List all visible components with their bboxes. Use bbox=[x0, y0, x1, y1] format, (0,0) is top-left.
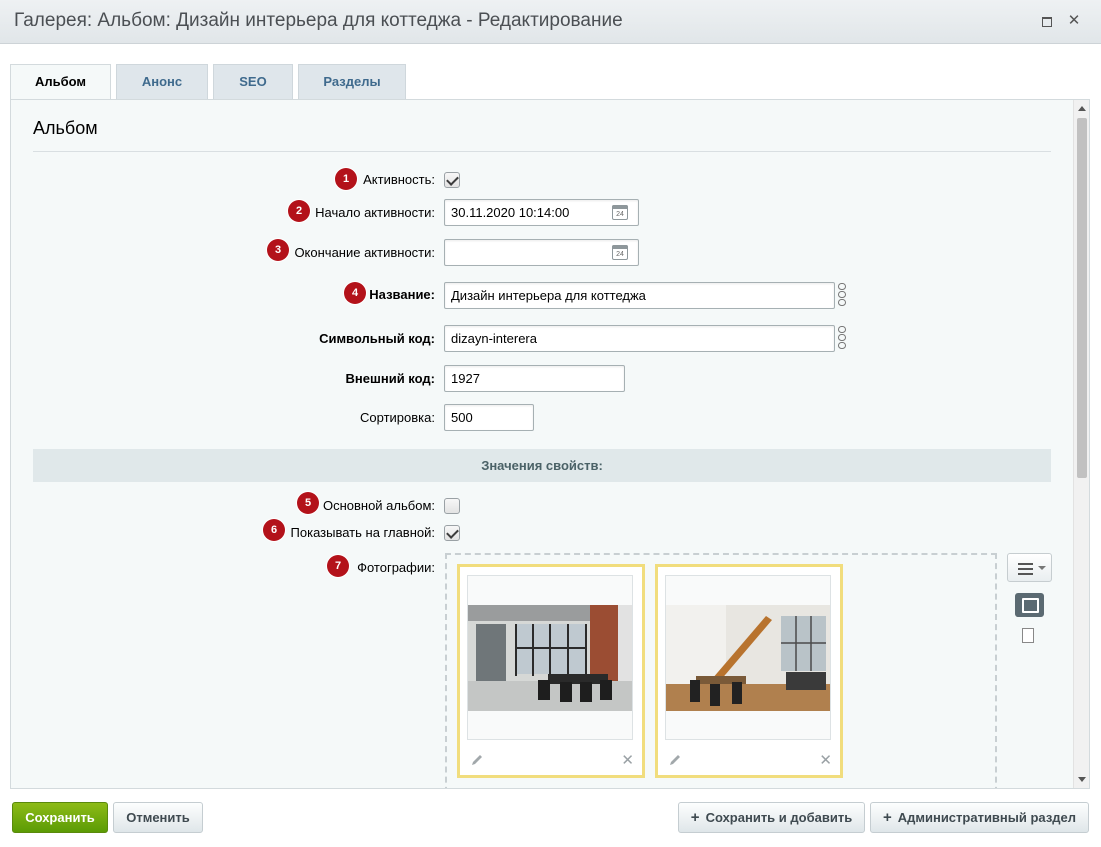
marker-badge: 5 bbox=[297, 492, 319, 514]
tab-album[interactable]: Альбом bbox=[10, 64, 111, 101]
admin-section-button[interactable]: + Административный раздел bbox=[870, 802, 1089, 833]
photo-thumbnail[interactable] bbox=[467, 575, 633, 740]
show-main-checkbox[interactable] bbox=[444, 525, 460, 541]
calendar-icon[interactable]: 24 bbox=[612, 245, 628, 260]
plus-icon: + bbox=[690, 809, 700, 826]
marker-badge: 4 bbox=[344, 282, 366, 304]
sort-label: Сортировка: bbox=[360, 410, 435, 425]
start-date-input[interactable]: 30.11.2020 10:14:00 bbox=[444, 199, 639, 226]
photo-card[interactable]: ✕ bbox=[457, 564, 645, 778]
file-view-icon[interactable] bbox=[1022, 628, 1034, 643]
marker-badge: 7 bbox=[327, 555, 349, 577]
save-and-add-label: Сохранить и добавить bbox=[705, 810, 853, 825]
window-title: Галерея: Альбом: Дизайн интерьера для ко… bbox=[14, 10, 623, 31]
end-date-input[interactable] bbox=[444, 239, 639, 266]
marker-badge: 6 bbox=[263, 519, 285, 541]
tab-announce[interactable]: Анонс bbox=[116, 64, 208, 100]
tab-sections[interactable]: Разделы bbox=[298, 64, 406, 100]
admin-section-label: Административный раздел bbox=[897, 810, 1077, 825]
translit-icon[interactable] bbox=[837, 283, 847, 307]
edit-icon[interactable] bbox=[668, 753, 682, 767]
code-input[interactable]: dizayn-interera bbox=[444, 325, 835, 352]
photos-label: Фотографии: bbox=[357, 560, 435, 575]
image-view-icon[interactable] bbox=[1015, 593, 1044, 617]
code-label: Символьный код: bbox=[319, 331, 435, 346]
xml-id-label: Внешний код: bbox=[345, 371, 435, 386]
edit-icon[interactable] bbox=[470, 753, 484, 767]
scroll-up-icon[interactable] bbox=[1078, 106, 1086, 111]
marker-badge: 2 bbox=[288, 200, 310, 222]
maximize-icon[interactable] bbox=[1039, 13, 1055, 29]
main-album-checkbox[interactable] bbox=[444, 498, 460, 514]
divider bbox=[33, 151, 1051, 152]
calendar-icon[interactable]: 24 bbox=[612, 205, 628, 220]
loft-interior-photo bbox=[666, 576, 830, 739]
chevron-down-icon bbox=[1038, 566, 1046, 570]
marker-badge: 3 bbox=[267, 239, 289, 261]
cancel-button[interactable]: Отменить bbox=[113, 802, 203, 833]
main-album-label: Основной альбом: bbox=[322, 498, 435, 513]
active-checkbox[interactable] bbox=[444, 172, 460, 188]
scroll-down-icon[interactable] bbox=[1078, 777, 1086, 782]
start-date-label: Начало активности: bbox=[315, 205, 435, 220]
marker-badge: 1 bbox=[335, 168, 357, 190]
save-and-add-button[interactable]: + Сохранить и добавить bbox=[678, 802, 865, 833]
end-date-label: Окончание активности: bbox=[294, 245, 435, 260]
name-label: Название: bbox=[369, 287, 435, 302]
office-interior-photo bbox=[468, 576, 632, 739]
close-icon[interactable]: ✕ bbox=[1066, 13, 1082, 29]
vertical-scrollbar[interactable] bbox=[1073, 100, 1089, 788]
photo-thumbnail[interactable] bbox=[665, 575, 831, 740]
properties-header: Значения свойств: bbox=[33, 449, 1051, 482]
view-menu-button[interactable] bbox=[1007, 553, 1052, 582]
save-button[interactable]: Сохранить bbox=[12, 802, 108, 833]
scroll-thumb[interactable] bbox=[1077, 118, 1087, 478]
window-titlebar: Галерея: Альбом: Дизайн интерьера для ко… bbox=[0, 0, 1101, 44]
sort-input[interactable]: 500 bbox=[444, 404, 534, 431]
translit-icon[interactable] bbox=[837, 326, 847, 350]
edit-panel: Альбом 1 Активность: 2 Начало активности… bbox=[10, 99, 1090, 789]
plus-icon: + bbox=[882, 809, 892, 826]
tab-seo[interactable]: SEO bbox=[213, 64, 293, 100]
photo-card[interactable]: ✕ bbox=[655, 564, 843, 778]
section-title: Альбом bbox=[33, 118, 98, 138]
xml-id-input[interactable]: 1927 bbox=[444, 365, 625, 392]
name-input[interactable]: Дизайн интерьера для коттеджа bbox=[444, 282, 835, 309]
menu-icon bbox=[1018, 563, 1033, 578]
delete-icon[interactable]: ✕ bbox=[819, 753, 832, 768]
show-main-label: Показывать на главной: bbox=[290, 525, 435, 540]
active-label: Активность: bbox=[363, 172, 435, 187]
delete-icon[interactable]: ✕ bbox=[621, 753, 634, 768]
